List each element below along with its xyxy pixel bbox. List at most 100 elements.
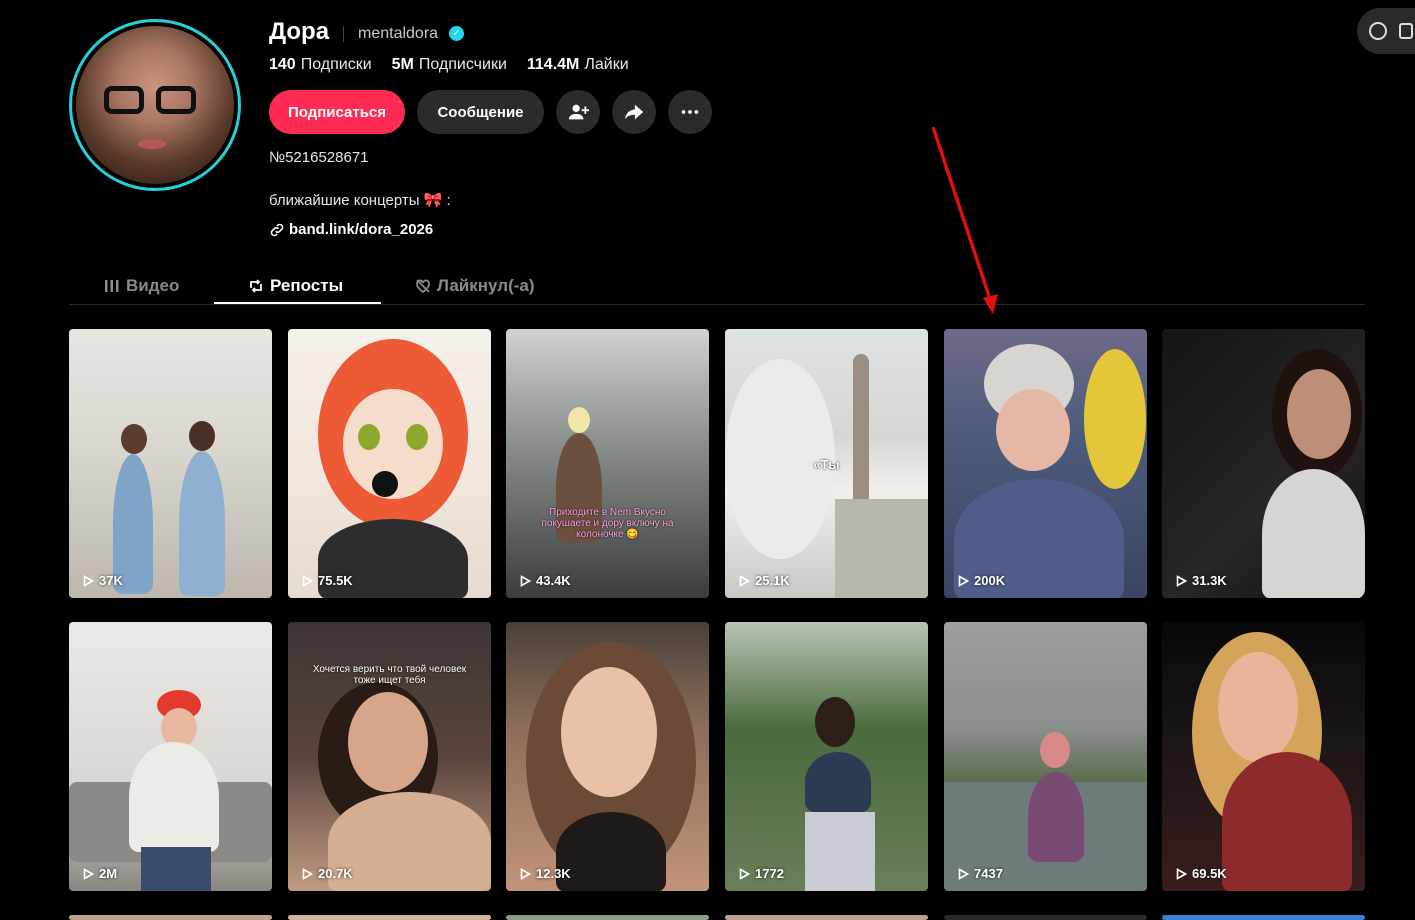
stat-followers[interactable]: 5M Подписчики xyxy=(392,56,507,74)
profile-uid: №5216528671 xyxy=(269,149,369,166)
video-card[interactable]: 2M xyxy=(69,622,272,891)
avatar-image xyxy=(76,26,234,184)
view-count: 12.3K xyxy=(520,866,571,881)
stat-following[interactable]: 140 Подписки xyxy=(269,56,372,74)
play-icon xyxy=(302,867,313,880)
profile-bio: ближайшие концерты 🎀 : xyxy=(269,192,451,209)
profile-page: Дора mentaldora ✓ 140 Подписки 5M Подписчи… xyxy=(0,0,1415,920)
repost-icon xyxy=(250,279,262,293)
video-card[interactable]: 37K xyxy=(69,329,272,598)
play-icon xyxy=(1176,574,1187,587)
name-divider xyxy=(343,26,344,42)
view-count-value: 7437 xyxy=(974,866,1003,881)
view-count-value: 37K xyxy=(99,573,123,588)
video-card[interactable]: 7437 xyxy=(944,622,1147,891)
stat-likes[interactable]: 114.4M Лайки xyxy=(527,56,629,74)
video-card[interactable] xyxy=(944,915,1147,920)
view-count: 75.5K xyxy=(302,573,353,588)
view-count: 7437 xyxy=(958,866,1003,881)
follow-button[interactable]: Подписаться xyxy=(269,90,405,134)
tab-liked[interactable]: Лайкнул(-а) xyxy=(415,268,535,304)
view-count-value: 20.7K xyxy=(318,866,353,881)
video-card[interactable]: 1772 xyxy=(725,622,928,891)
tab-videos-label: Видео xyxy=(126,276,180,295)
view-count: 2M xyxy=(83,866,117,881)
view-count: 25.1K xyxy=(739,573,790,588)
profile-username: mentaldora xyxy=(358,25,439,42)
video-caption: «Ты xyxy=(813,457,840,472)
view-count: 1772 xyxy=(739,866,784,881)
tab-reposts-label: Репосты xyxy=(270,276,344,295)
video-card[interactable]: «Ты 25.1K xyxy=(725,329,928,598)
profile-link[interactable]: band.link/dora_2026 xyxy=(269,221,433,238)
tiktok-app-icon[interactable] xyxy=(1369,22,1387,40)
view-count: 69.5K xyxy=(1176,866,1227,881)
more-options-button[interactable] xyxy=(668,90,712,134)
view-count-value: 1772 xyxy=(755,866,784,881)
play-icon xyxy=(83,574,94,587)
stat-following-value: 140 xyxy=(269,56,296,73)
grid-icon xyxy=(105,280,119,292)
view-count: 200K xyxy=(958,573,1005,588)
share-icon xyxy=(624,104,644,120)
view-count-value: 200K xyxy=(974,573,1006,588)
avatar[interactable] xyxy=(69,19,241,191)
play-icon xyxy=(958,867,969,880)
view-count: 31.3K xyxy=(1176,573,1227,588)
video-card[interactable] xyxy=(288,915,491,920)
share-button[interactable] xyxy=(612,90,656,134)
view-count-value: 75.5K xyxy=(318,573,353,588)
video-card[interactable] xyxy=(725,915,928,920)
video-card[interactable] xyxy=(1162,915,1365,920)
video-caption: Приходите в Nem Вкусно покушаете и дору … xyxy=(541,507,674,540)
video-card[interactable] xyxy=(506,915,709,920)
video-card[interactable]: 69.5K xyxy=(1162,622,1365,891)
play-icon xyxy=(83,867,94,880)
profile-name: Дора xyxy=(269,18,330,45)
profile-link-text: band.link/dora_2026 xyxy=(289,221,434,238)
video-card[interactable]: 200K xyxy=(944,329,1147,598)
add-user-icon xyxy=(568,104,589,120)
floating-actions xyxy=(1357,8,1415,54)
play-icon xyxy=(739,574,750,587)
play-icon xyxy=(520,574,531,587)
tab-reposts[interactable]: Репосты xyxy=(248,268,343,304)
stat-likes-label: Лайки xyxy=(584,56,629,73)
view-count-value: 2M xyxy=(99,866,118,881)
view-count: 37K xyxy=(83,573,123,588)
play-icon xyxy=(1176,867,1187,880)
video-caption: Хочется верить что твой человек тоже ище… xyxy=(312,664,467,686)
play-icon xyxy=(520,867,531,880)
device-icon[interactable] xyxy=(1399,23,1413,39)
tab-videos[interactable]: Видео xyxy=(104,268,179,304)
view-count-value: 12.3K xyxy=(536,866,571,881)
tabs-divider xyxy=(69,304,1365,305)
view-count-value: 25.1K xyxy=(755,573,790,588)
stat-likes-value: 114.4M xyxy=(526,56,580,73)
tab-liked-label: Лайкнул(-а) xyxy=(437,276,535,295)
message-button[interactable]: Сообщение xyxy=(417,90,544,134)
video-card[interactable] xyxy=(69,915,272,920)
stat-following-label: Подписки xyxy=(300,56,372,73)
video-card[interactable]: 12.3K xyxy=(506,622,709,891)
link-icon xyxy=(270,223,284,236)
video-card[interactable]: Хочется верить что твой человек тоже ище… xyxy=(288,622,491,891)
play-icon xyxy=(302,574,313,587)
verified-badge-icon: ✓ xyxy=(449,26,464,41)
profile-stats: 140 Подписки 5M Подписчики 114.4M Лайки xyxy=(269,56,629,74)
video-card[interactable]: Приходите в Nem Вкусно покушаете и дору … xyxy=(506,329,709,598)
view-count: 43.4K xyxy=(520,573,571,588)
view-count: 20.7K xyxy=(302,866,353,881)
view-count-value: 43.4K xyxy=(536,573,571,588)
view-count-value: 31.3K xyxy=(1192,573,1227,588)
stat-followers-value: 5M xyxy=(391,56,414,73)
hidden-heart-icon xyxy=(416,279,430,294)
suggested-accounts-button[interactable] xyxy=(556,90,600,134)
video-card[interactable]: 75.5K xyxy=(288,329,491,598)
video-card[interactable]: 31.3K xyxy=(1162,329,1365,598)
more-dots-icon xyxy=(681,110,699,114)
play-icon xyxy=(958,574,969,587)
play-icon xyxy=(739,867,750,880)
stat-followers-label: Подписчики xyxy=(418,56,507,73)
view-count-value: 69.5K xyxy=(1192,866,1227,881)
